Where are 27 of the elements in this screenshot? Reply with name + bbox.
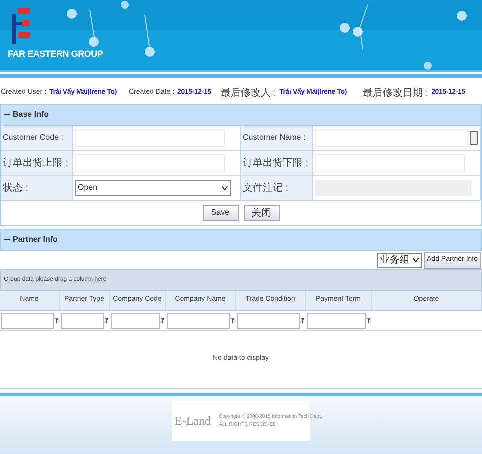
field-label: 文件注记 :: [243, 182, 289, 196]
status-dropdown[interactable]: Open: [75, 180, 231, 196]
filter-field[interactable]: [111, 312, 160, 328]
section-header[interactable]: Base Info: [0, 104, 482, 126]
form-button[interactable]: Save: [202, 205, 238, 221]
field-label: 状态 :: [3, 182, 29, 196]
chevron-down-icon: [222, 186, 228, 190]
lookup-button[interactable]: [470, 131, 478, 145]
field-label: 最后修改人 :: [221, 86, 277, 100]
field-label: Customer Name :: [243, 132, 306, 144]
filter-field[interactable]: [167, 312, 230, 328]
filter-field[interactable]: [61, 312, 104, 328]
field-label: 最后修改日期 :: [363, 86, 429, 100]
filter-field[interactable]: [1, 312, 54, 328]
group-dropdown[interactable]: 业务组: [377, 252, 422, 268]
filter-field[interactable]: [307, 312, 366, 328]
collapse-icon[interactable]: [4, 237, 10, 243]
chevron-down-icon: [413, 258, 420, 262]
filter-field[interactable]: [237, 312, 300, 328]
collapse-icon[interactable]: [4, 112, 10, 118]
form-button[interactable]: 关闭: [244, 205, 280, 221]
field-label: 订单出货下限 :: [243, 156, 309, 170]
logo-text: FAR EASTERN GROUP: [8, 48, 104, 61]
section-header[interactable]: Partner Info: [0, 229, 482, 251]
brand-logo-text: E-Land: [175, 413, 211, 430]
field-label: Customer Code :: [3, 132, 64, 144]
field-label: 订单出货上限 :: [3, 156, 69, 170]
